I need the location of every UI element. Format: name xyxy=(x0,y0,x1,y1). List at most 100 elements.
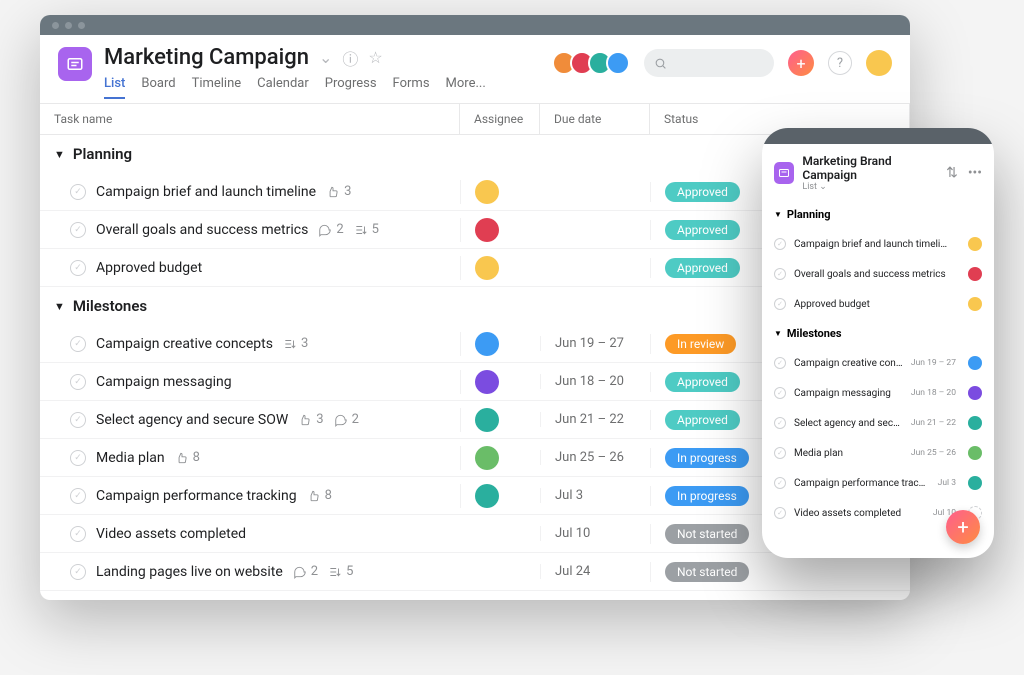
subtasks-count[interactable]: 5 xyxy=(354,222,379,237)
assignee-avatar[interactable] xyxy=(475,180,499,204)
phone-task-row[interactable]: Campaign messagingJun 18 – 20 xyxy=(762,378,994,408)
assignee-avatar[interactable] xyxy=(968,356,982,370)
complete-checkbox[interactable] xyxy=(70,412,86,428)
project-title[interactable]: Marketing Campaign xyxy=(104,45,309,70)
col-due[interactable]: Due date xyxy=(540,104,650,134)
col-assignee[interactable]: Assignee xyxy=(460,104,540,134)
tab-timeline[interactable]: Timeline xyxy=(192,76,242,99)
phone-task-row[interactable]: Campaign brief and launch timeline xyxy=(762,229,994,259)
star-icon[interactable]: ☆ xyxy=(368,48,382,67)
phone-task-row[interactable]: Campaign performance trackingJul 3 xyxy=(762,468,994,498)
due-date[interactable]: Jul 24 xyxy=(540,564,650,579)
likes-count[interactable]: 8 xyxy=(175,450,200,465)
complete-checkbox[interactable] xyxy=(70,336,86,352)
likes-count[interactable]: 8 xyxy=(307,488,332,503)
complete-checkbox[interactable] xyxy=(70,526,86,542)
add-button[interactable]: + xyxy=(788,50,814,76)
due-date[interactable]: Jul 3 xyxy=(540,488,650,503)
phone-add-button[interactable]: + xyxy=(946,510,980,544)
complete-checkbox[interactable] xyxy=(70,222,86,238)
status-pill[interactable]: In progress xyxy=(665,486,749,506)
status-pill[interactable]: Not started xyxy=(665,600,749,601)
phone-task-row[interactable]: Overall goals and success metrics xyxy=(762,259,994,289)
due-date[interactable]: Jun 18 – 20 xyxy=(540,374,650,389)
filter-icon[interactable]: ⇅ xyxy=(946,165,958,181)
subtasks-count[interactable]: 5 xyxy=(328,564,353,579)
assignee-avatar[interactable] xyxy=(475,218,499,242)
complete-checkbox[interactable] xyxy=(70,450,86,466)
status-pill[interactable]: Approved xyxy=(665,372,740,392)
subtasks-count[interactable]: 3 xyxy=(283,336,308,351)
phone-section-header[interactable]: ▼ Planning xyxy=(762,200,994,229)
phone-project-title[interactable]: Marketing Brand Campaign xyxy=(802,154,938,182)
phone-task-row[interactable]: Select agency and secure SOWJun 21 – 22 xyxy=(762,408,994,438)
tab-calendar[interactable]: Calendar xyxy=(257,76,309,99)
member-avatars[interactable] xyxy=(558,51,630,75)
complete-checkbox[interactable] xyxy=(70,260,86,276)
complete-checkbox[interactable] xyxy=(774,268,786,280)
complete-checkbox[interactable] xyxy=(70,564,86,580)
assignee-avatar[interactable] xyxy=(968,476,982,490)
chevron-down-icon[interactable]: ⌄ xyxy=(319,48,332,67)
status-pill[interactable]: In progress xyxy=(665,448,749,468)
due-date[interactable]: Jun 19 – 27 xyxy=(540,336,650,351)
complete-checkbox[interactable] xyxy=(774,298,786,310)
assignee-avatar[interactable] xyxy=(968,416,982,430)
status-pill[interactable]: Approved xyxy=(665,258,740,278)
tab-more[interactable]: More... xyxy=(446,76,486,99)
complete-checkbox[interactable] xyxy=(774,417,786,429)
search-input[interactable] xyxy=(644,49,774,77)
complete-checkbox[interactable] xyxy=(70,374,86,390)
phone-task-row[interactable]: Approved budget xyxy=(762,289,994,319)
complete-checkbox[interactable] xyxy=(774,357,786,369)
tab-progress[interactable]: Progress xyxy=(325,76,377,99)
complete-checkbox[interactable] xyxy=(774,477,786,489)
complete-checkbox[interactable] xyxy=(774,507,786,519)
assignee-avatar[interactable] xyxy=(475,332,499,356)
due-date[interactable]: Jul 10 xyxy=(540,526,650,541)
tab-forms[interactable]: Forms xyxy=(393,76,430,99)
window-control-dot[interactable] xyxy=(52,22,59,29)
likes-count[interactable]: 3 xyxy=(326,184,351,199)
task-row[interactable]: Campaign launch! 8Aug 1Not started xyxy=(40,591,910,600)
avatar[interactable] xyxy=(606,51,630,75)
window-control-dot[interactable] xyxy=(78,22,85,29)
status-pill[interactable]: Not started xyxy=(665,562,749,582)
tab-list[interactable]: List xyxy=(104,76,125,99)
status-pill[interactable]: Approved xyxy=(665,410,740,430)
status-pill[interactable]: Approved xyxy=(665,220,740,240)
complete-checkbox[interactable] xyxy=(774,238,786,250)
due-date[interactable]: Jun 21 – 22 xyxy=(540,412,650,427)
assignee-avatar[interactable] xyxy=(968,237,982,251)
status-pill[interactable]: Approved xyxy=(665,182,740,202)
comments-count[interactable]: 2 xyxy=(293,564,318,579)
help-button[interactable]: ? xyxy=(828,51,852,75)
assignee-avatar[interactable] xyxy=(475,484,499,508)
status-pill[interactable]: In review xyxy=(665,334,736,354)
more-icon[interactable]: ••• xyxy=(968,165,982,181)
assignee-avatar[interactable] xyxy=(475,446,499,470)
assignee-avatar[interactable] xyxy=(968,386,982,400)
phone-task-row[interactable]: Campaign creative conceptsJun 19 – 27 xyxy=(762,348,994,378)
complete-checkbox[interactable] xyxy=(774,447,786,459)
phone-task-row[interactable]: Media planJun 25 – 26 xyxy=(762,438,994,468)
assignee-avatar[interactable] xyxy=(475,370,499,394)
complete-checkbox[interactable] xyxy=(70,488,86,504)
phone-subtitle[interactable]: List ⌄ xyxy=(802,182,938,192)
assignee-avatar[interactable] xyxy=(968,297,982,311)
assignee-avatar[interactable] xyxy=(475,256,499,280)
due-date[interactable]: Jun 25 – 26 xyxy=(540,450,650,465)
likes-count[interactable]: 3 xyxy=(298,412,323,427)
phone-section-header[interactable]: ▼ Milestones xyxy=(762,319,994,348)
complete-checkbox[interactable] xyxy=(774,387,786,399)
complete-checkbox[interactable] xyxy=(70,184,86,200)
assignee-avatar[interactable] xyxy=(968,446,982,460)
assignee-avatar[interactable] xyxy=(968,267,982,281)
info-icon[interactable]: ⓘ xyxy=(342,46,358,70)
col-task[interactable]: Task name xyxy=(40,104,460,134)
assignee-avatar[interactable] xyxy=(475,408,499,432)
window-control-dot[interactable] xyxy=(65,22,72,29)
comments-count[interactable]: 2 xyxy=(318,222,343,237)
task-row[interactable]: Landing pages live on website 2 5Jul 24N… xyxy=(40,553,910,591)
comments-count[interactable]: 2 xyxy=(334,412,359,427)
